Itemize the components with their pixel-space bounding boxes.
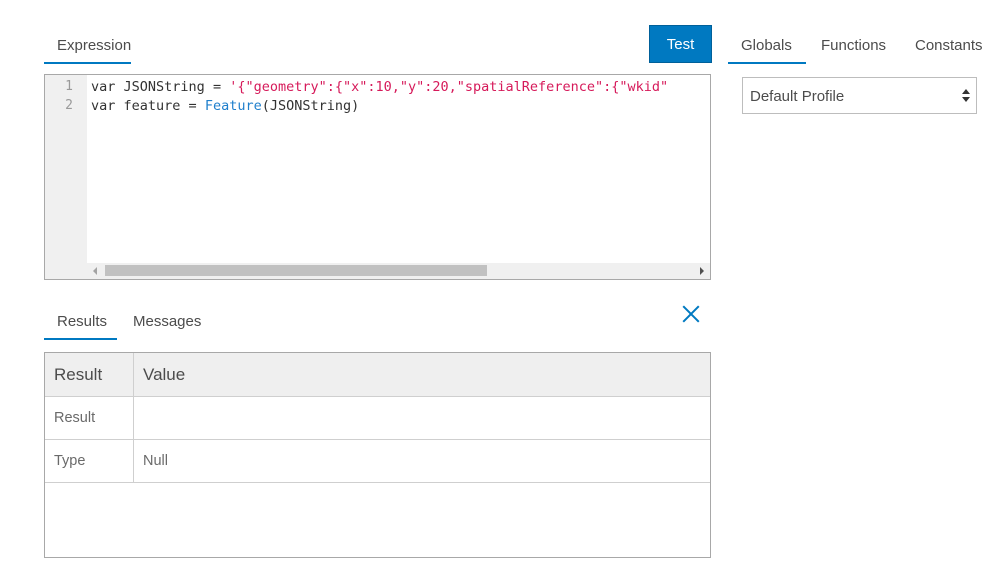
code-operator: = [212, 79, 222, 95]
tab-expression[interactable]: Expression [57, 37, 131, 54]
tab-messages[interactable]: Messages [133, 313, 201, 330]
code-identifier: JSONString [115, 79, 213, 95]
tab-globals[interactable]: Globals [741, 37, 792, 54]
row-value: Null [143, 453, 168, 469]
code-arguments: (JSONString) [261, 98, 360, 114]
code-line-1: var JSONString = '{"geometry":{"x":10,"y… [91, 78, 668, 97]
select-arrows-icon [961, 89, 971, 105]
code-string: '{"geometry":{"x":10,"y":20,"spatialRefe… [221, 79, 669, 95]
tab-results-underline [44, 338, 117, 340]
code-function: Feature [196, 98, 262, 114]
row-label: Result [54, 410, 96, 426]
tab-constants[interactable]: Constants [915, 37, 983, 54]
horizontal-scrollbar[interactable] [87, 263, 710, 279]
line-number: 2 [65, 98, 73, 113]
scroll-left-icon[interactable] [93, 267, 97, 275]
code-line-2: var feature = Feature(JSONString) [91, 97, 668, 116]
code-identifier: feature [115, 98, 189, 114]
results-table: Result Value Result Type Null [44, 352, 711, 558]
tab-results[interactable]: Results [57, 313, 107, 330]
line-number: 1 [65, 79, 73, 94]
table-header-row: Result Value [45, 353, 710, 397]
code-content[interactable]: var JSONString = '{"geometry":{"x":10,"y… [91, 78, 668, 116]
tab-functions[interactable]: Functions [821, 37, 886, 54]
column-header-value: Value [143, 364, 186, 384]
tab-globals-underline [728, 62, 806, 64]
code-keyword: var [91, 98, 116, 114]
code-editor[interactable]: 1 2 var JSONString = '{"geometry":{"x":1… [44, 74, 711, 280]
profile-select[interactable]: Default Profile [742, 77, 977, 114]
scroll-right-icon[interactable] [700, 267, 704, 275]
row-label: Type [54, 453, 86, 469]
test-button[interactable]: Test [649, 25, 712, 63]
scrollbar-thumb[interactable] [105, 265, 487, 276]
profile-select-value: Default Profile [750, 88, 845, 105]
table-row: Type Null [45, 440, 710, 483]
column-divider [133, 353, 134, 482]
code-keyword: var [91, 79, 116, 95]
table-row: Result [45, 397, 710, 440]
tab-expression-underline [44, 62, 131, 64]
code-operator: = [188, 98, 197, 114]
line-number-gutter: 1 2 [45, 75, 87, 279]
close-icon[interactable] [681, 304, 701, 324]
column-header-result: Result [54, 364, 103, 384]
